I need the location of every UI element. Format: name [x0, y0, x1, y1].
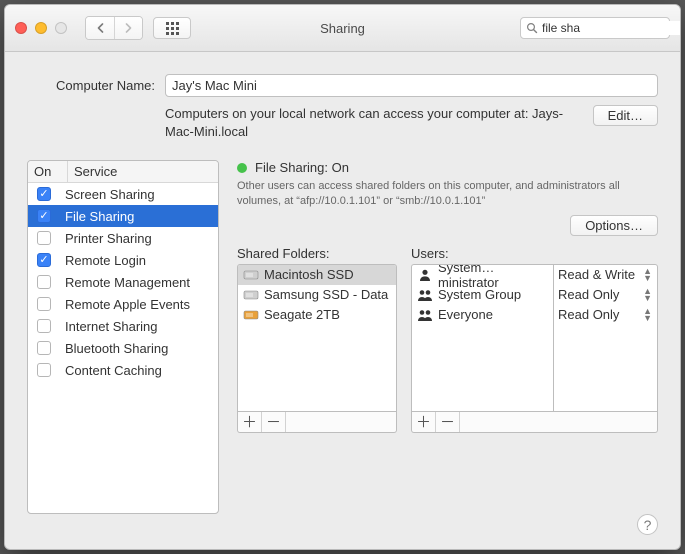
user-label: Everyone [438, 307, 493, 322]
add-user-button[interactable]: ＋ [412, 412, 436, 432]
permission-select[interactable]: Read Only ▲▼ [554, 285, 657, 305]
service-row[interactable]: Remote Apple Events [28, 293, 218, 315]
user-row[interactable]: System…ministrator [412, 265, 553, 285]
user-label: System Group [438, 287, 521, 302]
permission-label: Read Only [558, 307, 619, 322]
service-checkbox[interactable] [37, 319, 51, 333]
search-input[interactable] [538, 21, 681, 35]
folders-addremove: ＋ － [237, 412, 397, 433]
permissions-list[interactable]: Read & Write ▲▼ Read Only ▲▼ Read Only ▲▼ [553, 264, 658, 412]
service-checkbox[interactable] [37, 363, 51, 377]
content: Computer Name: Computers on your local n… [5, 52, 680, 549]
service-label: Screen Sharing [65, 187, 155, 202]
service-label: Bluetooth Sharing [65, 341, 168, 356]
shared-folders-panel: Shared Folders: Macintosh SSD Samsung SSD… [237, 246, 397, 433]
shared-folders-list[interactable]: Macintosh SSD Samsung SSD - Data Seagate 2… [237, 264, 397, 412]
computer-name-input[interactable] [165, 74, 658, 97]
computer-name-row: Computer Name: [27, 74, 658, 97]
add-folder-button[interactable]: ＋ [238, 412, 262, 432]
permission-select[interactable]: Read Only ▲▼ [554, 305, 657, 325]
group-icon [417, 308, 433, 322]
search-field[interactable]: ✕ [520, 17, 670, 39]
folder-row[interactable]: Seagate 2TB [238, 305, 396, 325]
service-label: Content Caching [65, 363, 162, 378]
col-on[interactable]: On [28, 161, 68, 182]
minimize-button[interactable] [35, 22, 47, 34]
service-row[interactable]: Screen Sharing [28, 183, 218, 205]
zoom-button[interactable] [55, 22, 67, 34]
service-row[interactable]: Bluetooth Sharing [28, 337, 218, 359]
permission-label: Read & Write [558, 267, 635, 282]
disk-icon [243, 288, 259, 302]
sharing-prefpane-window: Sharing ✕ Computer Name: Computers on yo… [4, 4, 681, 550]
services-list[interactable]: Screen Sharing File Sharing Printer Sharin… [28, 183, 218, 513]
folder-label: Macintosh SSD [264, 267, 354, 282]
service-checkbox[interactable] [37, 341, 51, 355]
service-row[interactable]: Remote Management [28, 271, 218, 293]
users-panel: Users: System…ministratorSystem GroupEve… [411, 246, 658, 433]
services-header: On Service [28, 161, 218, 183]
disk-icon [243, 308, 259, 322]
disk-icon [243, 268, 259, 282]
titlebar: Sharing ✕ [5, 5, 680, 52]
search-icon [526, 22, 538, 34]
folder-label: Samsung SSD - Data [264, 287, 388, 302]
group-icon [417, 288, 433, 302]
detail-pane: File Sharing: On Other users can access … [237, 160, 658, 514]
users-list[interactable]: System…ministratorSystem GroupEveryone [411, 264, 553, 412]
permission-select[interactable]: Read & Write ▲▼ [554, 265, 657, 285]
stepper-icon: ▲▼ [643, 268, 651, 281]
status-indicator-icon [237, 163, 247, 173]
service-label: Printer Sharing [65, 231, 152, 246]
help-button[interactable]: ? [637, 514, 658, 535]
computer-name-subtext: Computers on your local network can acce… [165, 105, 583, 140]
service-row[interactable]: File Sharing [28, 205, 218, 227]
users-addremove: ＋ － [411, 412, 658, 433]
service-checkbox[interactable] [37, 231, 51, 245]
user-label: System…ministrator [438, 264, 548, 290]
service-checkbox[interactable] [37, 187, 51, 201]
service-row[interactable]: Internet Sharing [28, 315, 218, 337]
service-label: Internet Sharing [65, 319, 158, 334]
stepper-icon: ▲▼ [643, 288, 651, 301]
remove-user-button[interactable]: － [436, 412, 460, 432]
window-controls [15, 22, 67, 34]
service-row[interactable]: Printer Sharing [28, 227, 218, 249]
grid-icon [166, 22, 179, 35]
service-label: Remote Management [65, 275, 190, 290]
service-label: Remote Apple Events [65, 297, 190, 312]
user-row[interactable]: Everyone [412, 305, 553, 325]
service-label: File Sharing [65, 209, 134, 224]
show-all-button[interactable] [153, 17, 191, 39]
person-icon [417, 268, 433, 282]
service-row[interactable]: Remote Login [28, 249, 218, 271]
folder-label: Seagate 2TB [264, 307, 340, 322]
permission-label: Read Only [558, 287, 619, 302]
service-checkbox[interactable] [37, 275, 51, 289]
computer-name-label: Computer Name: [27, 74, 155, 93]
users-title: Users: [411, 246, 658, 261]
status-description: Other users can access shared folders on… [237, 179, 658, 209]
remove-folder-button[interactable]: － [262, 412, 286, 432]
forward-button[interactable] [114, 17, 142, 39]
nav-buttons [85, 16, 143, 40]
back-button[interactable] [86, 17, 114, 39]
col-service[interactable]: Service [68, 161, 218, 182]
service-checkbox[interactable] [37, 209, 51, 223]
service-checkbox[interactable] [37, 297, 51, 311]
close-button[interactable] [15, 22, 27, 34]
edit-button[interactable]: Edit… [593, 105, 658, 126]
folder-row[interactable]: Samsung SSD - Data [238, 285, 396, 305]
status-label: File Sharing: On [255, 160, 349, 175]
status-row: File Sharing: On [237, 160, 658, 175]
options-button[interactable]: Options… [570, 215, 658, 236]
services-table: On Service Screen Sharing File Sharing Pri… [27, 160, 219, 514]
folder-row[interactable]: Macintosh SSD [238, 265, 396, 285]
stepper-icon: ▲▼ [643, 308, 651, 321]
service-row[interactable]: Content Caching [28, 359, 218, 381]
service-label: Remote Login [65, 253, 146, 268]
shared-folders-title: Shared Folders: [237, 246, 397, 261]
service-checkbox[interactable] [37, 253, 51, 267]
